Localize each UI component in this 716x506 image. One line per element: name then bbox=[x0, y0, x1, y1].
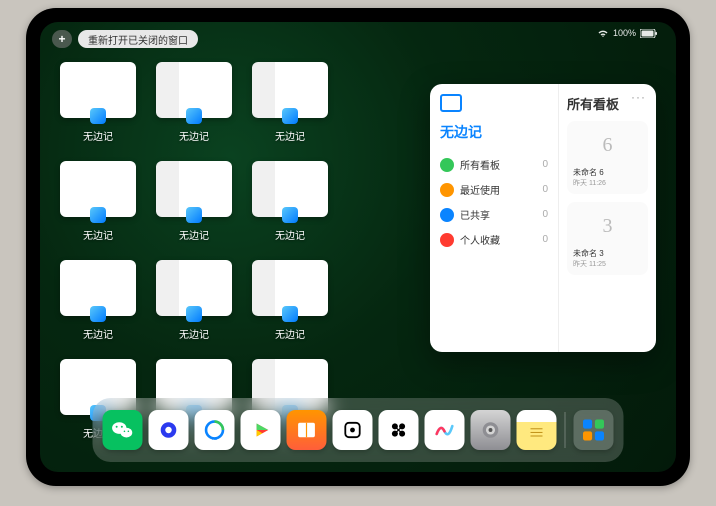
notes-icon[interactable] bbox=[517, 410, 557, 450]
new-window-button[interactable]: + bbox=[52, 30, 72, 48]
freeform-icon[interactable] bbox=[425, 410, 465, 450]
window-thumbnail bbox=[60, 161, 136, 217]
app-window-card[interactable]: 无边记 bbox=[252, 161, 328, 242]
window-label: 无边记 bbox=[275, 128, 305, 143]
books-icon[interactable] bbox=[287, 410, 327, 450]
ipad-screen: 100% + 重新打开已关闭的窗口 无边记无边记无边记无边记无边记无边记无边记无… bbox=[40, 22, 676, 472]
app-window-card[interactable]: 无边记 bbox=[60, 62, 136, 143]
reopen-closed-window-button[interactable]: 重新打开已关闭的窗口 bbox=[78, 30, 198, 48]
battery-icon bbox=[640, 29, 658, 38]
dock: HD bbox=[93, 398, 624, 462]
window-thumbnail bbox=[252, 62, 328, 118]
sidebar-item-label: 所有看板 bbox=[460, 157, 500, 172]
board-card[interactable]: 6 未命名 6昨天 11:26 bbox=[567, 121, 648, 194]
window-thumbnail bbox=[252, 161, 328, 217]
app-window-card[interactable]: 无边记 bbox=[156, 62, 232, 143]
sidebar-item-count: 0 bbox=[542, 159, 548, 170]
more-button[interactable]: ··· bbox=[631, 90, 646, 104]
app-window-card[interactable]: 无边记 bbox=[252, 62, 328, 143]
dock-separator bbox=[565, 412, 566, 448]
freeform-sidebar-popup: ··· 无边记 所有看板0最近使用0已共享0个人收藏0 所有看板 6未命名 6昨… bbox=[430, 84, 656, 352]
app-window-card[interactable]: 无边记 bbox=[156, 260, 232, 341]
app-window-card[interactable]: 无边记 bbox=[156, 161, 232, 242]
board-thumbnail: 6 bbox=[573, 127, 642, 163]
wifi-icon bbox=[597, 29, 609, 38]
sidebar-item-count: 0 bbox=[542, 209, 548, 220]
window-thumbnail bbox=[156, 260, 232, 316]
sidebar-item[interactable]: 已共享 0 bbox=[440, 202, 548, 227]
window-thumbnail bbox=[156, 62, 232, 118]
sidebar-item-icon bbox=[440, 233, 454, 247]
window-label: 无边记 bbox=[275, 227, 305, 242]
window-label: 无边记 bbox=[275, 326, 305, 341]
settings-icon[interactable] bbox=[471, 410, 511, 450]
sidebar-item-icon bbox=[440, 183, 454, 197]
sidebar-item[interactable]: 所有看板 0 bbox=[440, 152, 548, 177]
quark-icon[interactable] bbox=[149, 410, 189, 450]
sidebar-item[interactable]: 最近使用 0 bbox=[440, 177, 548, 202]
board-time: 昨天 11:25 bbox=[573, 259, 642, 269]
sidebar-item-icon bbox=[440, 158, 454, 172]
battery-label: 100% bbox=[613, 28, 636, 38]
popup-content: 所有看板 6未命名 6昨天 11:263未命名 3昨天 11:25 bbox=[559, 84, 656, 352]
sidebar-item-label: 最近使用 bbox=[460, 182, 500, 197]
svg-text:HD: HD bbox=[212, 436, 218, 441]
sidebar-item-label: 已共享 bbox=[460, 207, 490, 222]
window-label: 无边记 bbox=[83, 326, 113, 341]
window-thumbnail bbox=[156, 161, 232, 217]
app-library-icon[interactable] bbox=[574, 410, 614, 450]
dice-icon[interactable] bbox=[333, 410, 373, 450]
popup-app-title: 无边记 bbox=[440, 122, 548, 142]
window-label: 无边记 bbox=[179, 326, 209, 341]
sidebar-item-icon bbox=[440, 208, 454, 222]
app-window-card[interactable]: 无边记 bbox=[60, 161, 136, 242]
window-label: 无边记 bbox=[83, 128, 113, 143]
app-window-card[interactable]: 无边记 bbox=[252, 260, 328, 341]
sidebar-item-count: 0 bbox=[542, 234, 548, 245]
window-thumbnail bbox=[252, 260, 328, 316]
sidebar-item-label: 个人收藏 bbox=[460, 232, 500, 247]
plus-icon: + bbox=[58, 32, 65, 46]
app-window-card[interactable]: 无边记 bbox=[60, 260, 136, 341]
wechat-icon[interactable] bbox=[103, 410, 143, 450]
window-thumbnail bbox=[60, 62, 136, 118]
window-label: 无边记 bbox=[179, 227, 209, 242]
sidebar-item-count: 0 bbox=[542, 184, 548, 195]
board-card[interactable]: 3 未命名 3昨天 11:25 bbox=[567, 202, 648, 275]
sidebar-toggle-icon[interactable] bbox=[440, 94, 462, 112]
board-thumbnail: 3 bbox=[573, 208, 642, 244]
status-bar: 100% bbox=[597, 28, 658, 38]
board-time: 昨天 11:26 bbox=[573, 178, 642, 188]
popup-sidebar: 无边记 所有看板 0 最近使用 0 已共享 0 个人收藏 0 bbox=[430, 84, 559, 352]
app-switcher-grid: 无边记无边记无边记无边记无边记无边记无边记无边记无边记无边记无边记无边记 bbox=[60, 62, 420, 440]
board-name: 未命名 6 bbox=[573, 167, 642, 178]
window-label: 无边记 bbox=[179, 128, 209, 143]
play-icon[interactable] bbox=[241, 410, 281, 450]
sidebar-item[interactable]: 个人收藏 0 bbox=[440, 227, 548, 252]
browser-icon[interactable]: HD bbox=[195, 410, 235, 450]
window-thumbnail bbox=[60, 260, 136, 316]
ipad-frame: 100% + 重新打开已关闭的窗口 无边记无边记无边记无边记无边记无边记无边记无… bbox=[26, 8, 690, 486]
link-icon[interactable] bbox=[379, 410, 419, 450]
window-label: 无边记 bbox=[83, 227, 113, 242]
board-name: 未命名 3 bbox=[573, 248, 642, 259]
